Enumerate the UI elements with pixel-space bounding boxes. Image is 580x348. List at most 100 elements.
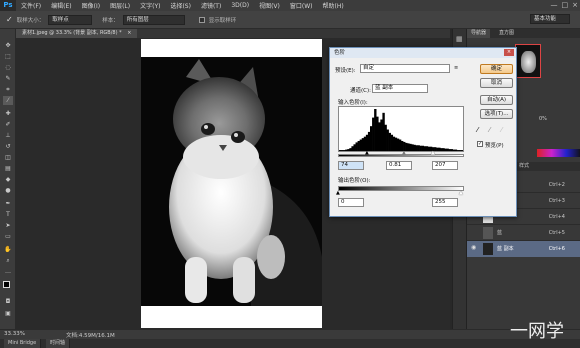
tab-histogram[interactable]: 直方图: [495, 29, 518, 38]
histogram-bar: [384, 124, 387, 151]
menu-edit[interactable]: 编辑(E): [46, 1, 76, 10]
pen-tool-icon[interactable]: ✒: [3, 199, 13, 208]
history-brush-tool-icon[interactable]: ↺: [3, 142, 13, 151]
workspace-select[interactable]: 基本功能: [530, 14, 570, 24]
histogram-bar: [357, 140, 360, 151]
output-slider-track[interactable]: [338, 186, 464, 191]
minimize-button[interactable]: —: [551, 1, 558, 9]
input-black-field[interactable]: 74: [338, 161, 364, 170]
menu-file[interactable]: 文件(F): [16, 1, 46, 10]
input-white-field[interactable]: 207: [432, 161, 458, 170]
blur-tool-icon[interactable]: ◆: [3, 175, 13, 184]
eyedropper-tool-icon[interactable]: ⁄: [3, 96, 13, 105]
maximize-button[interactable]: □: [562, 1, 569, 9]
preset-menu-icon[interactable]: ≡: [454, 65, 458, 71]
history-panel-icon[interactable]: ▦: [456, 35, 463, 43]
channel-row[interactable]: 蓝 Ctrl+5: [467, 225, 580, 241]
output-black-slider[interactable]: ▲: [336, 190, 340, 196]
black-eyedropper-icon[interactable]: ⁄: [477, 126, 478, 134]
document-tab-bar: 素材1.jpeg @ 33.3% (背景 副本, RGB/8) * ×: [16, 29, 450, 38]
histogram-bar: [442, 148, 445, 151]
cancel-button[interactable]: 取消: [480, 78, 513, 88]
menu-help[interactable]: 帮助(H): [318, 1, 349, 10]
more-tools-icon[interactable]: …: [3, 267, 13, 276]
navigator-thumbnail[interactable]: [515, 44, 541, 78]
menu-select[interactable]: 选择(S): [165, 1, 196, 10]
channel-shortcut: Ctrl+4: [548, 214, 565, 220]
path-select-tool-icon[interactable]: ➤: [3, 221, 13, 230]
lasso-tool-icon[interactable]: ◌: [3, 63, 13, 72]
tab-styles[interactable]: 样式: [515, 162, 533, 171]
input-gamma-field[interactable]: 0.81: [386, 161, 412, 170]
auto-button[interactable]: 自动(A): [480, 95, 513, 105]
histogram-bar: [367, 131, 371, 151]
output-levels-label: 输出色阶(O):: [338, 178, 371, 184]
hand-tool-icon[interactable]: ✋: [3, 245, 13, 254]
histogram-bar: [345, 149, 348, 151]
sample-size-select[interactable]: 取样点: [48, 14, 93, 25]
white-point-slider[interactable]: ▲: [431, 150, 435, 156]
histogram-bar: [446, 148, 449, 151]
photoshop-logo: Ps: [0, 0, 16, 11]
channel-row-selected[interactable]: ◉ 蓝 副本 Ctrl+6: [467, 241, 580, 257]
output-black-field[interactable]: 0: [338, 198, 364, 207]
show-ring-checkbox[interactable]: [198, 16, 205, 23]
output-white-field[interactable]: 255: [432, 198, 458, 207]
quick-mask-icon[interactable]: ◘: [3, 297, 13, 306]
menu-window[interactable]: 窗口(W): [285, 1, 318, 10]
preset-select[interactable]: 自定: [360, 64, 450, 73]
eraser-tool-icon[interactable]: ◫: [3, 153, 13, 162]
brush-tool-icon[interactable]: ✐: [3, 120, 13, 129]
gradient-tool-icon[interactable]: ▤: [3, 164, 13, 173]
color-ramp[interactable]: [537, 149, 580, 157]
tab-timeline[interactable]: 时间轴: [46, 339, 71, 348]
channel-label: 通道(C):: [350, 88, 371, 94]
document-tab[interactable]: 素材1.jpeg @ 33.3% (背景 副本, RGB/8) * ×: [16, 29, 138, 38]
ok-button[interactable]: 确定: [480, 64, 513, 74]
menu-view[interactable]: 视图(V): [254, 1, 285, 10]
dodge-tool-icon[interactable]: ●: [3, 186, 13, 195]
zoom-tool-icon[interactable]: ⌕: [3, 256, 13, 265]
bottom-panel-bar: Mini Bridge 时间轴: [0, 339, 580, 348]
histogram-bar: [407, 143, 410, 151]
tab-mini-bridge[interactable]: Mini Bridge: [4, 339, 42, 348]
shape-tool-icon[interactable]: ▭: [3, 232, 13, 241]
dialog-close-icon[interactable]: ×: [504, 49, 514, 56]
screen-mode-icon[interactable]: ▣: [3, 309, 13, 318]
channel-select[interactable]: 蓝 副本: [372, 84, 428, 93]
eyedropper-tool-icon[interactable]: ✓: [6, 15, 13, 24]
output-white-slider[interactable]: ▲: [459, 190, 463, 196]
menu-type[interactable]: 文字(Y): [135, 1, 165, 10]
healing-brush-tool-icon[interactable]: ✚: [3, 109, 13, 118]
move-tool-icon[interactable]: ✥: [3, 41, 13, 50]
white-eyedropper-icon[interactable]: ⁄: [501, 126, 502, 134]
kitten-photo: [141, 57, 322, 306]
options-button[interactable]: 选项(T)...: [480, 109, 513, 119]
visibility-eye-icon[interactable]: ◉: [471, 244, 476, 251]
histogram-bar: [343, 150, 346, 151]
menu-layer[interactable]: 图层(L): [105, 1, 135, 10]
foreground-color-swatch[interactable]: [3, 281, 10, 288]
marquee-tool-icon[interactable]: ⬚: [3, 52, 13, 61]
histogram-bar: [382, 112, 385, 151]
menu-3d[interactable]: 3D(D): [226, 2, 254, 9]
type-tool-icon[interactable]: T: [3, 210, 13, 219]
zoom-level[interactable]: 33.33%: [4, 331, 25, 337]
crop-tool-icon[interactable]: ⌗: [3, 85, 13, 94]
histogram-bar: [425, 146, 429, 151]
clone-stamp-tool-icon[interactable]: ⊥: [3, 131, 13, 140]
sample-select[interactable]: 所有图层: [122, 14, 185, 25]
tab-navigator[interactable]: 导航器: [467, 29, 491, 38]
histogram-bar: [440, 148, 443, 151]
close-button[interactable]: ×: [572, 1, 578, 9]
input-slider-track[interactable]: [338, 154, 464, 157]
menu-filter[interactable]: 滤镜(T): [196, 1, 226, 10]
preview-checkbox[interactable]: ✓: [477, 141, 483, 147]
black-point-slider[interactable]: ▲: [365, 150, 369, 156]
histogram-bar: [341, 150, 344, 151]
menu-image[interactable]: 图像(I): [77, 1, 105, 10]
gray-eyedropper-icon[interactable]: ⁄: [489, 126, 490, 134]
close-tab-icon[interactable]: ×: [127, 30, 131, 36]
quick-select-tool-icon[interactable]: ✎: [3, 74, 13, 83]
gamma-slider[interactable]: ▲: [402, 150, 406, 156]
